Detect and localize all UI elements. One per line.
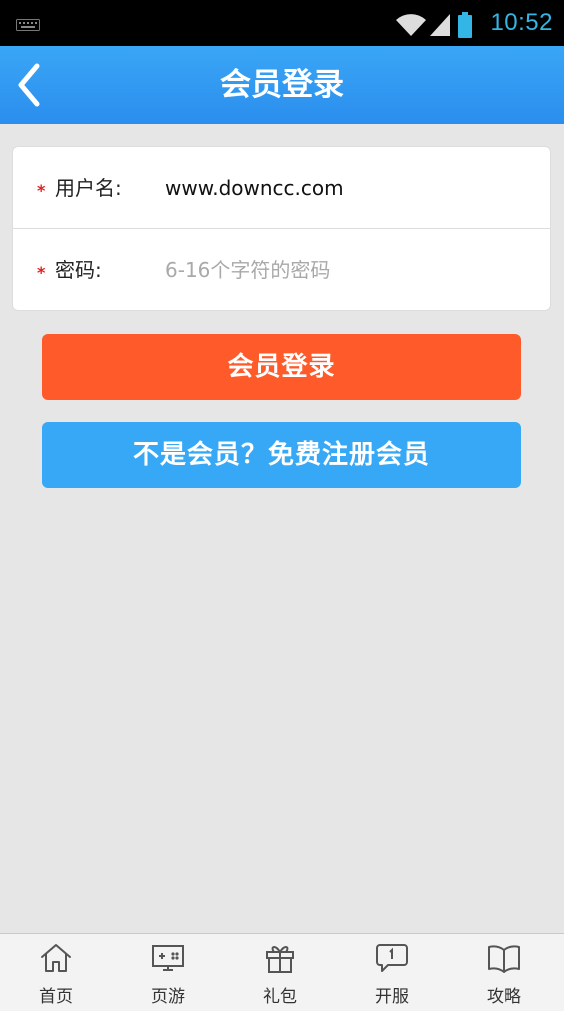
game-console-icon (152, 945, 184, 971)
username-label: 用户名: (55, 176, 122, 200)
nav-label: 首页 (39, 987, 73, 1007)
register-button[interactable]: 不是会员？免费注册会员 (42, 422, 521, 488)
status-clock: 10:52 (490, 9, 553, 36)
nav-item-guides[interactable]: 攻略 (448, 934, 560, 1011)
username-row: * 用户名: (13, 147, 550, 229)
required-mark: * (37, 181, 46, 200)
nav-label: 礼包 (263, 987, 297, 1007)
nav-label: 攻略 (487, 987, 521, 1007)
password-label: 密码: (55, 258, 102, 282)
keyboard-icon (16, 19, 40, 31)
screen: 10:52 会员登录 * 用户名: * 密码: 会员登录 不是会员？免费注册会员 (0, 0, 564, 1011)
home-icon (41, 944, 71, 972)
battery-icon (458, 12, 472, 38)
nav-item-servers[interactable]: 开服 (336, 934, 448, 1011)
signal-icon (430, 14, 450, 36)
gift-icon (266, 946, 294, 973)
password-row: * 密码: (13, 229, 550, 311)
status-bar: 10:52 (0, 0, 564, 46)
book-icon (488, 945, 520, 973)
login-button[interactable]: 会员登录 (42, 334, 521, 400)
page-title: 会员登录 (220, 67, 344, 103)
required-mark: * (37, 263, 46, 282)
speech-bubble-icon (376, 944, 408, 972)
nav-label: 页游 (151, 987, 185, 1007)
header-bar: 会员登录 (0, 46, 564, 124)
nav-label: 开服 (375, 987, 409, 1007)
bottom-nav: 首页 页游 礼包 开服 攻略 (0, 933, 564, 1011)
username-input[interactable] (165, 167, 535, 209)
login-form: * 用户名: * 密码: (12, 146, 551, 311)
wifi-icon (396, 14, 426, 36)
nav-item-gifts[interactable]: 礼包 (224, 934, 336, 1011)
nav-item-webgames[interactable]: 页游 (112, 934, 224, 1011)
nav-item-home[interactable]: 首页 (0, 934, 112, 1011)
password-input[interactable] (165, 249, 535, 291)
